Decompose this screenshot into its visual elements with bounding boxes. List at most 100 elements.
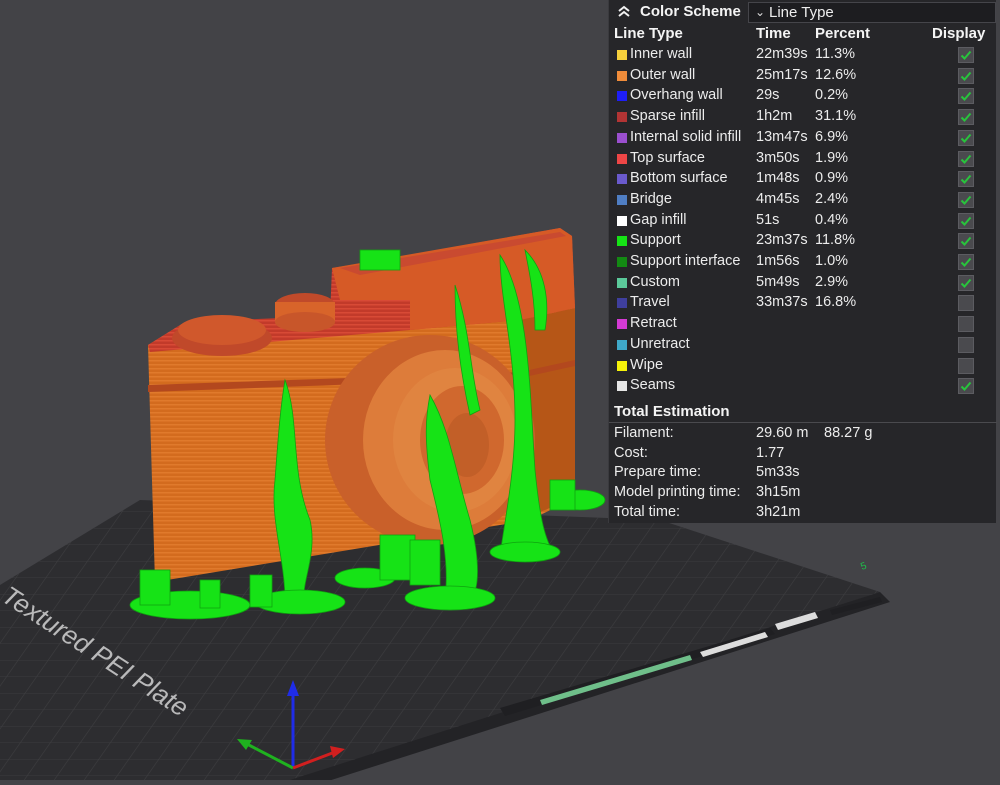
line-type-row: Inner wall 22m39s 11.3%: [609, 45, 997, 65]
estimation-label: Cost:: [614, 444, 648, 461]
line-type-percent: 1.0%: [815, 253, 849, 269]
line-type-row: Support 23m37s 11.8%: [609, 231, 997, 251]
estimation-value: 3h15m: [756, 484, 801, 501]
estimation-label: Total time:: [614, 503, 681, 520]
check-icon: [960, 237, 972, 247]
line-type-percent: 12.6%: [815, 66, 857, 83]
line-type-row: Custom 5m49s 2.9%: [609, 273, 997, 293]
line-type-time: 23m37s: [756, 232, 808, 249]
line-type-row: Gap infill 51s 0.4%: [609, 211, 997, 231]
line-type-name: Support: [630, 232, 681, 249]
check-icon: [960, 175, 972, 185]
display-checkbox[interactable]: [958, 129, 974, 146]
collapse-icon[interactable]: [615, 3, 633, 21]
estimation-label: Filament:: [614, 425, 674, 441]
check-icon: [960, 257, 972, 267]
color-scheme-title: Color Scheme: [640, 3, 741, 20]
line-type-name: Sparse infill: [630, 108, 705, 125]
col-header-percent: Percent: [815, 25, 871, 42]
check-icon: [960, 216, 972, 226]
line-type-name: Wipe: [630, 356, 664, 373]
line-type-row: Support interface 1m56s 1.0%: [609, 252, 997, 272]
display-checkbox[interactable]: [958, 47, 974, 63]
display-checkbox[interactable]: [958, 67, 974, 84]
line-type-percent: 16.8%: [815, 294, 857, 311]
line-type-name: Travel: [630, 294, 670, 311]
color-scheme-panel: Color Scheme ⌄ Line Type Line Type Time …: [608, 0, 997, 523]
line-type-time: 33m37s: [756, 294, 808, 311]
line-type-time: 22m39s: [756, 46, 808, 62]
line-type-row: Sparse infill 1h2m 31.1%: [609, 107, 997, 127]
display-checkbox[interactable]: [958, 109, 974, 126]
color-scheme-select[interactable]: ⌄ Line Type: [748, 2, 996, 23]
col-header-line-type: Line Type: [614, 25, 683, 42]
line-type-time: 4m45s: [756, 190, 800, 207]
estimation-value: 29.60 m: [756, 425, 809, 441]
line-type-percent: 2.9%: [815, 273, 849, 290]
line-type-row: Travel 33m37s 16.8%: [609, 293, 997, 313]
color-swatch: [617, 298, 627, 309]
display-checkbox[interactable]: [958, 336, 974, 353]
line-type-percent: 0.9%: [815, 170, 849, 187]
color-swatch: [617, 153, 627, 164]
display-checkbox[interactable]: [958, 150, 974, 167]
display-checkbox[interactable]: [958, 316, 974, 333]
line-type-percent: 0.2%: [815, 87, 849, 104]
line-type-time: 5m49s: [756, 273, 800, 290]
line-type-name: Seams: [630, 377, 676, 394]
line-type-time: 13m47s: [756, 128, 808, 145]
line-type-row: Outer wall 25m17s 12.6%: [609, 66, 997, 86]
divider: [609, 422, 997, 423]
check-icon: [960, 278, 972, 288]
line-type-name: Custom: [630, 273, 680, 290]
line-type-row: Top surface 3m50s 1.9%: [609, 149, 997, 169]
col-header-display: Display: [932, 25, 986, 42]
line-type-percent: 2.4%: [815, 190, 849, 207]
line-type-percent: 6.9%: [815, 128, 849, 145]
line-type-time: 29s: [756, 87, 780, 104]
color-swatch: [617, 381, 627, 392]
color-swatch: [617, 360, 627, 371]
line-type-name: Overhang wall: [630, 87, 723, 104]
check-icon: [960, 71, 972, 81]
line-type-percent: 1.9%: [815, 149, 849, 166]
color-swatch: [617, 236, 627, 247]
line-type-name: Internal solid infill: [630, 128, 742, 145]
line-type-time: 51s: [756, 211, 780, 228]
check-icon: [960, 92, 972, 102]
line-type-time: 3m50s: [756, 149, 800, 166]
display-checkbox[interactable]: [958, 274, 974, 291]
line-type-name: Outer wall: [630, 66, 696, 83]
line-type-time: 25m17s: [756, 66, 808, 83]
display-checkbox[interactable]: [958, 171, 974, 188]
display-checkbox[interactable]: [958, 233, 974, 250]
estimation-row: Model printing time: 3h15m: [609, 483, 997, 503]
line-type-time: 1m48s: [756, 170, 800, 187]
color-swatch: [617, 215, 627, 226]
display-checkbox[interactable]: [958, 212, 974, 229]
estimation-row: Cost: 1.77: [609, 444, 997, 464]
line-type-name: Bottom surface: [630, 170, 728, 187]
line-type-percent: 11.3%: [815, 46, 856, 62]
line-type-row: Retract: [609, 314, 997, 334]
line-type-name: Gap infill: [630, 211, 687, 228]
display-checkbox[interactable]: [958, 191, 974, 208]
display-checkbox[interactable]: [958, 88, 974, 105]
display-checkbox[interactable]: [958, 378, 974, 395]
display-checkbox[interactable]: [958, 295, 974, 312]
color-swatch: [617, 339, 627, 350]
display-checkbox[interactable]: [958, 254, 974, 270]
line-type-row: Seams: [609, 376, 997, 396]
color-swatch: [617, 194, 627, 205]
line-type-name: Unretract: [630, 335, 690, 352]
check-icon: [960, 195, 972, 205]
line-type-row: Unretract: [609, 335, 997, 355]
check-icon: [960, 382, 972, 392]
chevron-down-icon: ⌄: [755, 5, 766, 19]
estimation-value: 1.77: [756, 444, 785, 461]
line-type-row: Wipe: [609, 356, 997, 376]
line-type-row: Internal solid infill 13m47s 6.9%: [609, 128, 997, 148]
line-type-name: Support interface: [630, 253, 741, 269]
color-swatch: [617, 277, 627, 288]
display-checkbox[interactable]: [958, 357, 974, 374]
